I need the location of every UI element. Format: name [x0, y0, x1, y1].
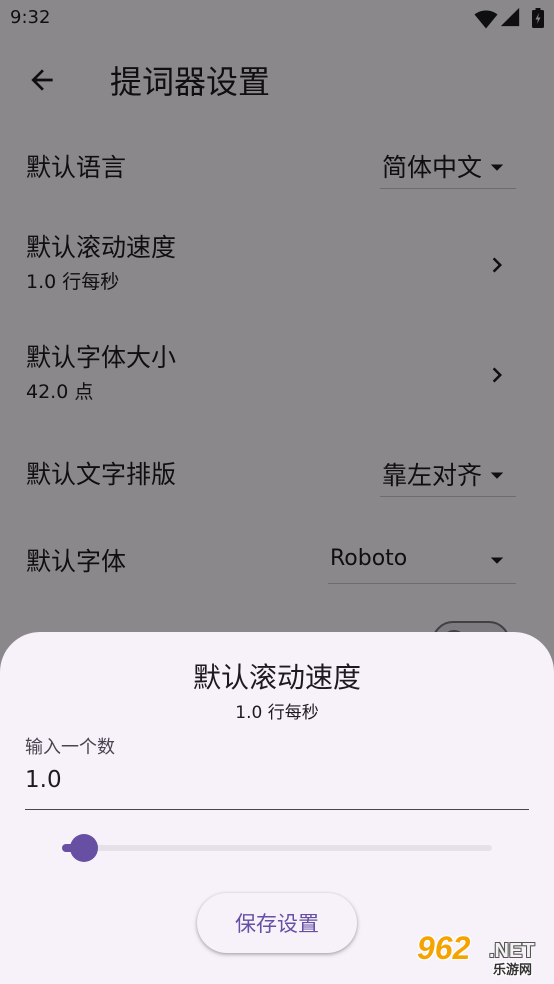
save-button[interactable]: 保存设置	[197, 893, 357, 953]
field-label: 输入一个数	[25, 737, 115, 758]
slider-track[interactable]	[62, 845, 492, 851]
watermark-name: 乐游网	[493, 963, 533, 978]
watermark-brand: 962	[417, 930, 471, 966]
dialog-subtitle: 1.0 行每秒	[235, 703, 319, 723]
watermark-logo: 962 .NET 乐游网	[413, 930, 551, 982]
speed-input[interactable]	[25, 765, 505, 795]
speed-text-field[interactable]: 输入一个数	[25, 732, 529, 810]
dialog-title: 默认滚动速度	[192, 661, 361, 694]
slider-thumb[interactable]	[69, 834, 98, 862]
speed-slider[interactable]	[62, 834, 492, 862]
watermark-suffix: .NET	[489, 940, 535, 962]
